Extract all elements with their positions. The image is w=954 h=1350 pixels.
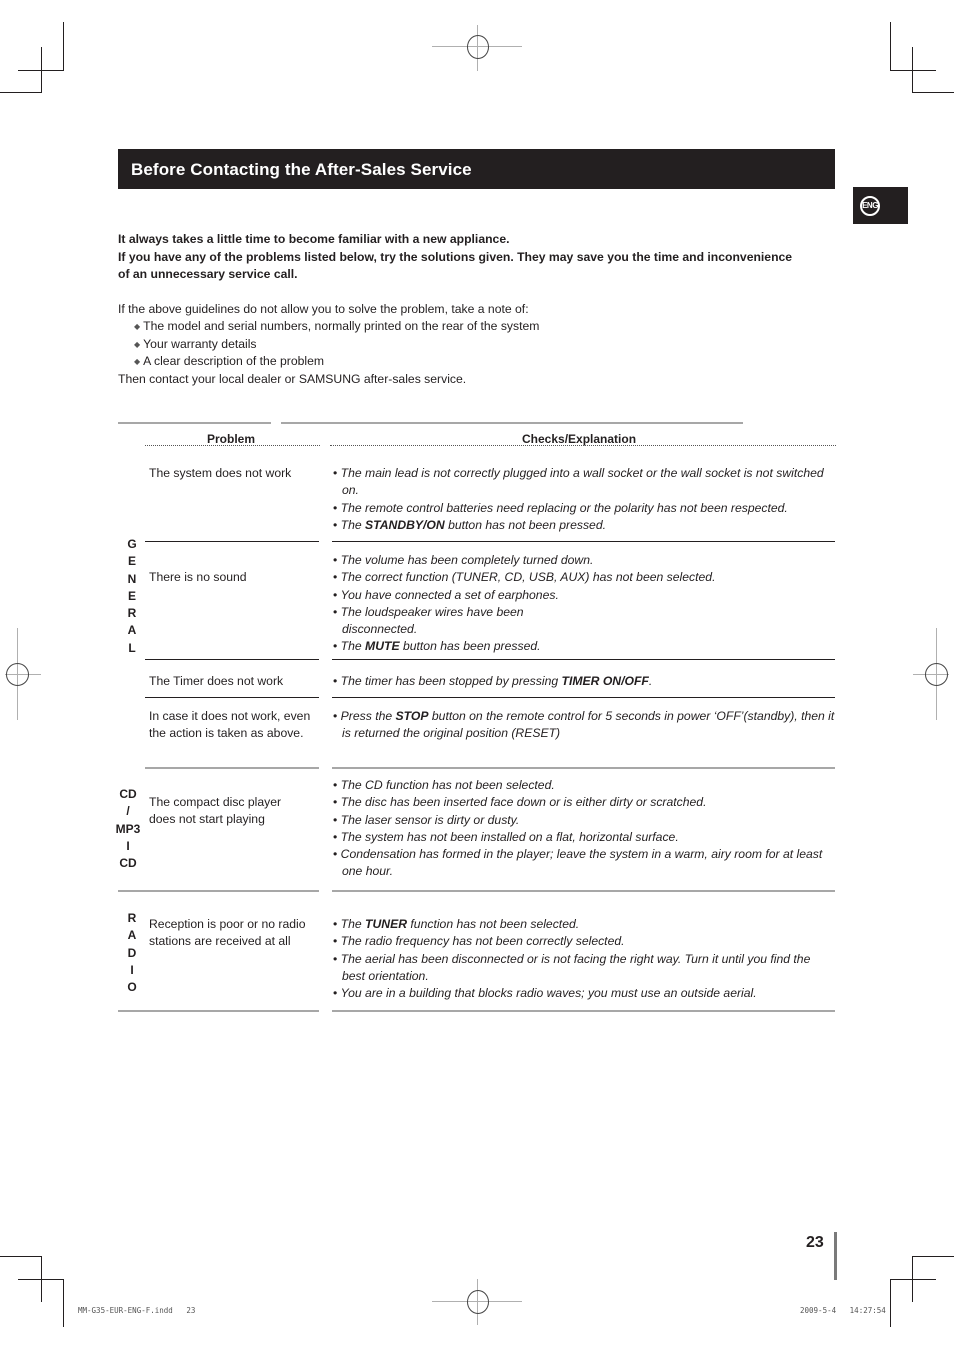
check-item: The correct function (TUNER, CD, USB, AU…: [333, 569, 716, 586]
row-divider: [332, 659, 835, 660]
column-header-problem: Problem: [207, 432, 256, 446]
problem-cell: There is no sound: [149, 570, 247, 584]
crop-mark: [63, 1279, 64, 1327]
crop-mark: [18, 1279, 64, 1280]
crop-mark: [63, 22, 64, 70]
table-header-rule: [118, 422, 271, 424]
category-label-general: G E N E R A L: [127, 537, 137, 655]
checks-cell: The TUNER function has not been selected…: [333, 916, 835, 1002]
header-dotted-rule: [145, 445, 320, 446]
table-header-rule: [281, 422, 743, 424]
check-item: The timer has been stopped by pressing T…: [333, 673, 835, 690]
checks-cell: The timer has been stopped by pressing T…: [333, 673, 835, 690]
section-divider: [145, 767, 319, 769]
check-item: The disc has been inserted face down or …: [333, 794, 835, 811]
notes-bullet: ◆ A clear description of the problem: [134, 354, 325, 369]
diamond-bullet-icon: ◆: [134, 357, 141, 367]
check-item: You are in a building that blocks radio …: [333, 985, 835, 1002]
language-tab: ENG: [853, 187, 908, 224]
checks-cell: The CD function has not been selected. T…: [333, 777, 835, 881]
section-divider: [118, 1010, 319, 1012]
check-item: The CD function has not been selected.: [333, 777, 835, 794]
check-item: You have connected a set of earphones.: [333, 587, 563, 604]
check-item: The volume has been completely turned do…: [333, 552, 594, 569]
crop-mark: [890, 22, 891, 70]
problem-cell: The Timer does not work: [149, 674, 284, 688]
row-divider: [332, 541, 835, 542]
check-item: The STANDBY/ON button has not been press…: [333, 517, 835, 534]
crop-mark: [912, 1256, 954, 1257]
row-divider: [332, 697, 835, 698]
language-badge: ENG: [860, 196, 880, 216]
crop-mark: [890, 70, 936, 71]
column-header-checks: Checks/Explanation: [522, 432, 637, 446]
category-label-radio: R A D I O: [127, 911, 137, 995]
section-divider: [332, 890, 835, 892]
row-divider: [145, 697, 319, 698]
checks-cell: The volume has been completely turned do…: [333, 552, 716, 656]
check-item: The laser sensor is dirty or dusty.: [333, 812, 835, 829]
intro-text: It always takes a little time to become …: [118, 231, 798, 284]
intro-line: It always takes a little time to become …: [118, 232, 510, 246]
notes-section: If the above guidelines do not allow you…: [118, 301, 818, 388]
category-label-cd-mp3: CD / MP3 I CD: [115, 787, 141, 871]
check-item: The MUTE button has been pressed.: [333, 638, 563, 655]
page-number-bar: [834, 1232, 837, 1280]
check-item: The main lead is not correctly plugged i…: [333, 465, 835, 500]
checks-cell: The main lead is not correctly plugged i…: [333, 465, 835, 534]
check-item: The radio frequency has not been correct…: [333, 933, 835, 950]
crop-mark: [890, 1279, 936, 1280]
print-slug-left: MM-G35-EUR-ENG-F.indd 23: [78, 1306, 196, 1315]
checks-cell: Press the STOP button on the remote cont…: [333, 708, 835, 743]
check-item: Condensation has formed in the player; l…: [333, 846, 835, 881]
notes-lead: If the above guidelines do not allow you…: [118, 302, 529, 316]
notes-bullet: ◆ The model and serial numbers, normally …: [134, 319, 540, 334]
notes-bullet: ◆ Your warranty details: [134, 336, 257, 351]
intro-line: If you have any of the problems listed b…: [118, 249, 793, 282]
diamond-bullet-icon: ◆: [134, 339, 141, 349]
section-divider: [332, 1010, 835, 1012]
check-item: The loudspeaker wires have been disconne…: [333, 604, 563, 639]
check-item: The system has not been installed on a f…: [333, 829, 835, 846]
notes-closing: Then contact your local dealer or SAMSUN…: [118, 371, 467, 386]
crop-mark: [0, 92, 41, 93]
crop-mark: [912, 47, 913, 93]
crop-mark: [41, 47, 42, 93]
problem-cell: Reception is poor or no radio stations a…: [149, 917, 306, 949]
header-dotted-rule: [330, 445, 836, 446]
page-number: 23: [806, 1234, 824, 1251]
page-title: Before Contacting the After-Sales Servic…: [131, 160, 472, 179]
row-divider: [145, 659, 319, 660]
check-item: Press the STOP button on the remote cont…: [333, 708, 835, 743]
print-slug-right: 2009-5-4 14:27:54: [800, 1306, 886, 1315]
crop-mark: [0, 1256, 41, 1257]
crop-mark: [912, 92, 954, 93]
check-item: The aerial has been disconnected or is n…: [333, 951, 835, 986]
row-divider: [145, 541, 319, 542]
problem-cell: The compact disc player does not start p…: [149, 795, 282, 827]
check-item: The TUNER function has not been selected…: [333, 916, 835, 933]
section-title-bar: Before Contacting the After-Sales Servic…: [118, 149, 835, 189]
problem-cell: The system does not work: [149, 466, 292, 480]
check-item: The remote control batteries need replac…: [333, 500, 835, 517]
problem-cell: In case it does not work, even the actio…: [149, 709, 311, 741]
section-divider: [332, 767, 835, 769]
section-divider: [118, 890, 319, 892]
crop-mark: [890, 1279, 891, 1327]
diamond-bullet-icon: ◆: [134, 322, 141, 332]
